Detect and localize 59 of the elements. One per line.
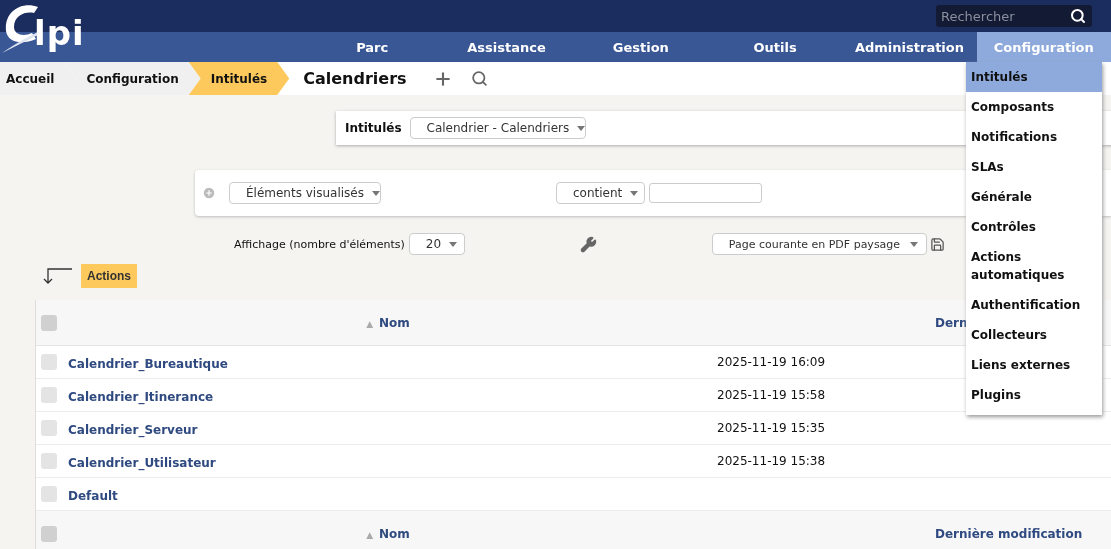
breadcrumb-link[interactable]: Accueil: [0, 62, 77, 95]
count-select[interactable]: 20: [408, 233, 465, 255]
nav-menu-item[interactable]: Parc: [305, 32, 440, 62]
row-checkbox[interactable]: [41, 453, 57, 469]
row-checkbox[interactable]: [41, 420, 57, 436]
date-cell: 2025-11-19 15:58: [717, 388, 826, 402]
date-cell: 2025-11-19 15:35: [717, 421, 826, 435]
column-header[interactable]: ▲ Nom: [366, 526, 410, 541]
add-criterion-icon[interactable]: [202, 186, 216, 200]
name-link[interactable]: Default: [68, 488, 118, 503]
row-checkbox[interactable]: [41, 387, 57, 403]
menu-item[interactable]: Collecteurs: [966, 320, 1102, 350]
actions-button[interactable]: Actions: [81, 264, 137, 288]
menu-item[interactable]: Actions automatiques: [966, 242, 1102, 290]
save-icon[interactable]: [929, 236, 945, 252]
date-cell: 2025-11-19 16:09: [717, 355, 826, 369]
search-value-field[interactable]: [649, 183, 762, 203]
nav-menu-item[interactable]: Outils: [708, 32, 843, 62]
nav-menu-item[interactable]: Gestion: [573, 32, 708, 62]
dropdown-label: Intitulés: [345, 121, 402, 135]
menu-item[interactable]: Intitulés: [966, 62, 1102, 92]
search-box[interactable]: Rechercher: [936, 5, 1092, 27]
search-icon[interactable]: [1070, 8, 1086, 24]
menu-item[interactable]: SLAs: [966, 152, 1102, 182]
menu-item[interactable]: Générale: [966, 182, 1102, 212]
column-header[interactable]: ▲ Nom: [366, 315, 410, 330]
menu-item[interactable]: Liens externes: [966, 350, 1102, 380]
breadcrumb-link[interactable]: Configuration: [64, 62, 201, 95]
select-all-checkbox[interactable]: [41, 525, 57, 542]
display-count-label: Affichage (nombre d'éléments): [234, 237, 405, 251]
row-checkbox[interactable]: [41, 486, 57, 502]
menu-item[interactable]: Plugins: [966, 380, 1102, 410]
nav-menu-item[interactable]: Assistance: [439, 32, 574, 62]
breadcrumb-link[interactable]: Intitulés: [188, 62, 290, 95]
operator-select[interactable]: contient: [556, 182, 645, 204]
column-header[interactable]: Dernière modification: [935, 526, 1083, 541]
date-cell: 2025-11-19 15:38: [717, 454, 826, 468]
corner-arrow-icon: [43, 267, 73, 285]
search-field[interactable]: Rechercher: [939, 7, 1070, 25]
field-select[interactable]: Éléments visualisés: [229, 182, 381, 204]
name-link[interactable]: Calendrier_Utilisateur: [68, 455, 216, 470]
export-select[interactable]: Page courante en PDF paysage: [711, 233, 927, 255]
name-link[interactable]: Calendrier_Bureautique: [68, 356, 228, 371]
menu-item[interactable]: Contrôles: [966, 212, 1102, 242]
logo[interactable]: lpi: [2, 3, 85, 53]
logo-text: lpi: [34, 13, 85, 53]
type-select[interactable]: Calendrier - Calendriers: [409, 117, 586, 139]
name-link[interactable]: Calendrier_Serveur: [68, 422, 198, 437]
search-button[interactable]: [470, 70, 488, 87]
menu-item[interactable]: Notifications: [966, 122, 1102, 152]
nav-menu-item[interactable]: Administration: [842, 32, 977, 62]
column-header[interactable]: Dern: [935, 315, 968, 330]
name-link[interactable]: Calendrier_Itinerance: [68, 389, 214, 404]
menu-item[interactable]: Composants: [966, 92, 1102, 122]
wrench-icon[interactable]: [579, 235, 597, 253]
row-checkbox[interactable]: [41, 354, 57, 370]
menu-item[interactable]: Authentification: [966, 290, 1102, 320]
select-all-checkbox[interactable]: [41, 314, 57, 331]
page-title: Calendriers: [303, 69, 407, 88]
